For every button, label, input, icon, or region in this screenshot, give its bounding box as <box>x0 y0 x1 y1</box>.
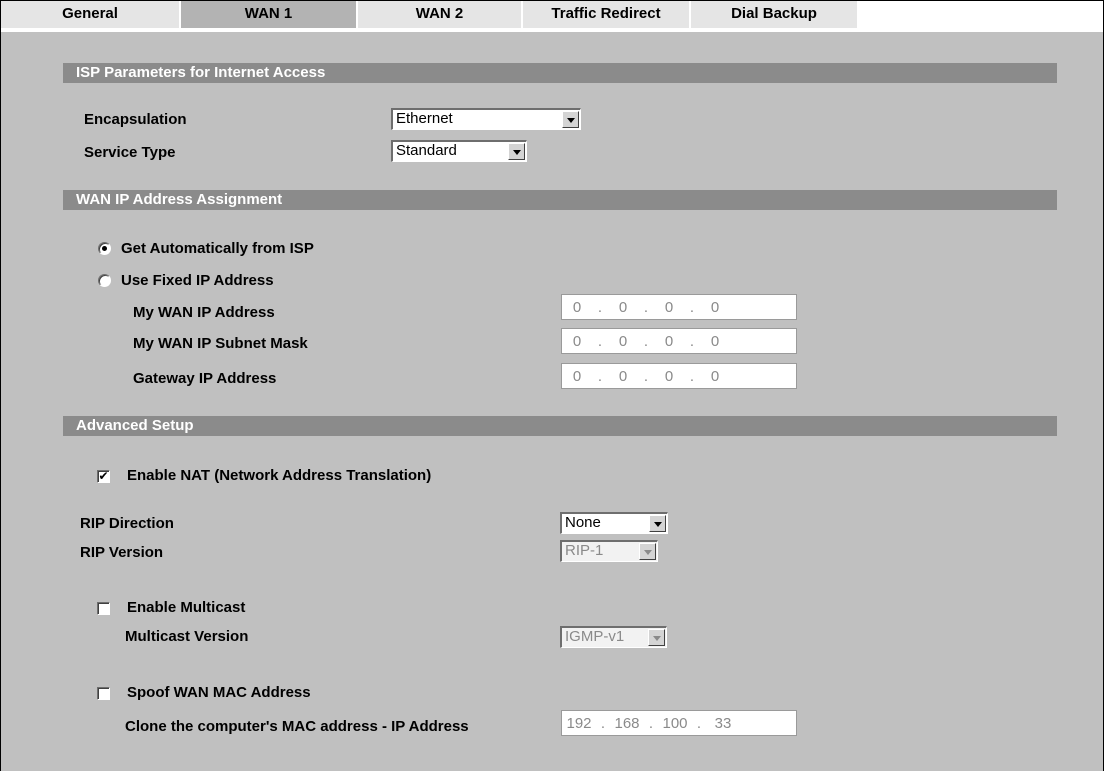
gateway-input[interactable]: 0. 0. 0. 0 <box>561 363 797 389</box>
section-header-advanced: Advanced Setup <box>63 416 1057 436</box>
multicast-label: Enable Multicast <box>127 599 246 616</box>
encapsulation-select[interactable]: Ethernet <box>391 108 581 130</box>
ip-octet: 0 <box>618 367 628 385</box>
ip-dot: . <box>597 332 603 350</box>
ip-octet: 0 <box>664 332 674 350</box>
multicast-version-select[interactable]: IGMP-v1 <box>560 626 667 648</box>
encapsulation-value: Ethernet <box>396 110 453 127</box>
ip-octet: 100 <box>662 714 688 732</box>
nat-label: Enable NAT (Network Address Translation) <box>127 467 432 484</box>
spoof-mac-label: Spoof WAN MAC Address <box>127 684 311 701</box>
ip-dot: . <box>597 367 603 385</box>
gateway-label: Gateway IP Address <box>133 370 277 387</box>
ip-dot: . <box>643 367 649 385</box>
chevron-down-icon <box>649 515 666 532</box>
ip-octet: 0 <box>710 298 720 316</box>
ip-dot: . <box>643 332 649 350</box>
clone-mac-label: Clone the computer's MAC address - IP Ad… <box>125 718 469 735</box>
nat-checkbox[interactable]: ✔ <box>97 470 110 483</box>
subnet-mask-input[interactable]: 0. 0. 0. 0 <box>561 328 797 354</box>
multicast-version-value: IGMP-v1 <box>565 628 625 645</box>
rip-direction-select[interactable]: None <box>560 512 668 534</box>
ip-octet: 0 <box>572 367 582 385</box>
chevron-down-icon <box>648 629 665 646</box>
rip-direction-value: None <box>565 514 601 531</box>
tab-general[interactable]: General <box>1 1 181 28</box>
ip-dot: . <box>643 298 649 316</box>
service-type-select[interactable]: Standard <box>391 140 527 162</box>
ip-octet: 0 <box>572 332 582 350</box>
spoof-mac-checkbox[interactable] <box>97 687 110 700</box>
rip-direction-label: RIP Direction <box>80 515 174 532</box>
rip-version-select[interactable]: RIP-1 <box>560 540 658 562</box>
ip-dot: . <box>648 714 654 732</box>
ip-octet: 0 <box>572 298 582 316</box>
encapsulation-label: Encapsulation <box>84 111 187 128</box>
ip-dot: . <box>689 367 695 385</box>
my-wan-ip-label: My WAN IP Address <box>133 304 275 321</box>
ip-octet: 33 <box>714 714 732 732</box>
ip-octet: 0 <box>710 367 720 385</box>
ip-octet: 0 <box>618 298 628 316</box>
tab-wan2[interactable]: WAN 2 <box>358 1 523 28</box>
ip-octet: 0 <box>664 367 674 385</box>
ip-dot: . <box>689 332 695 350</box>
ip-octet: 192 <box>566 714 592 732</box>
ip-octet: 0 <box>664 298 674 316</box>
multicast-version-label: Multicast Version <box>125 628 249 645</box>
tab-dial-backup[interactable]: Dial Backup <box>691 1 859 28</box>
section-header-isp: ISP Parameters for Internet Access <box>63 63 1057 83</box>
subnet-mask-label: My WAN IP Subnet Mask <box>133 335 308 352</box>
ip-octet: 168 <box>614 714 640 732</box>
section-header-wan-ip: WAN IP Address Assignment <box>63 190 1057 210</box>
wan1-settings-page: General WAN 1 WAN 2 Traffic Redirect Dia… <box>0 0 1104 771</box>
tab-bar: General WAN 1 WAN 2 Traffic Redirect Dia… <box>1 1 859 28</box>
ip-dot: . <box>600 714 606 732</box>
auto-ip-radio[interactable] <box>98 242 111 255</box>
chevron-down-icon <box>562 111 579 128</box>
multicast-checkbox[interactable] <box>97 602 110 615</box>
chevron-down-icon <box>508 143 525 160</box>
clone-mac-ip-input[interactable]: 192. 168. 100. 33 <box>561 710 797 736</box>
tab-wan1[interactable]: WAN 1 <box>181 1 358 28</box>
fixed-ip-radio[interactable] <box>98 274 111 287</box>
ip-dot: . <box>696 714 702 732</box>
settings-panel: ISP Parameters for Internet Access Encap… <box>1 30 1103 771</box>
ip-octet: 0 <box>618 332 628 350</box>
rip-version-label: RIP Version <box>80 544 164 561</box>
ip-octet: 0 <box>710 332 720 350</box>
tab-traffic-redirect[interactable]: Traffic Redirect <box>523 1 691 28</box>
ip-dot: . <box>597 298 603 316</box>
service-type-value: Standard <box>396 142 457 159</box>
rip-version-value: RIP-1 <box>565 542 604 559</box>
ip-dot: . <box>689 298 695 316</box>
auto-ip-label: Get Automatically from ISP <box>121 240 314 257</box>
chevron-down-icon <box>639 543 656 560</box>
tab-bar-filler <box>859 1 1103 28</box>
fixed-ip-label: Use Fixed IP Address <box>121 272 274 289</box>
service-type-label: Service Type <box>84 144 176 161</box>
my-wan-ip-input[interactable]: 0. 0. 0. 0 <box>561 294 797 320</box>
